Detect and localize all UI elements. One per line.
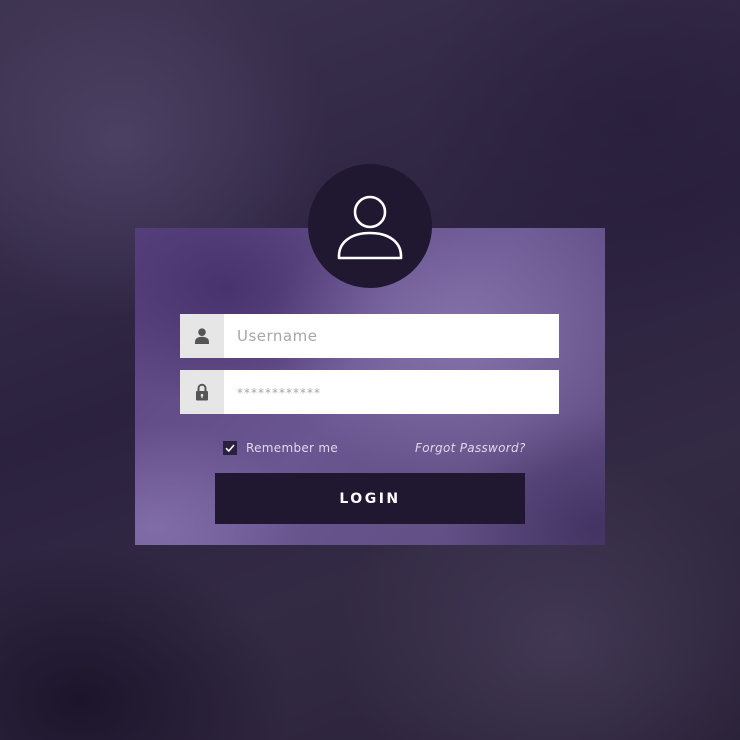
avatar	[308, 164, 432, 288]
username-icon-box	[180, 314, 224, 358]
lock-icon	[196, 383, 208, 401]
forgot-password-link[interactable]: Forgot Password?	[415, 441, 526, 455]
user-icon	[195, 328, 209, 344]
password-field	[180, 370, 559, 414]
remember-me-option[interactable]: Remember me	[223, 441, 338, 455]
page-background: { "login_form": { "username": { "placeho…	[0, 0, 740, 740]
checkmark-icon	[225, 444, 235, 453]
password-input[interactable]	[224, 370, 559, 414]
user-avatar-icon	[337, 195, 403, 260]
username-input[interactable]	[224, 314, 559, 358]
remember-me-checkbox[interactable]	[223, 441, 237, 455]
remember-me-label: Remember me	[246, 441, 339, 455]
login-button[interactable]: LOGIN	[215, 473, 525, 524]
username-field	[180, 314, 559, 358]
password-icon-box	[180, 370, 224, 414]
